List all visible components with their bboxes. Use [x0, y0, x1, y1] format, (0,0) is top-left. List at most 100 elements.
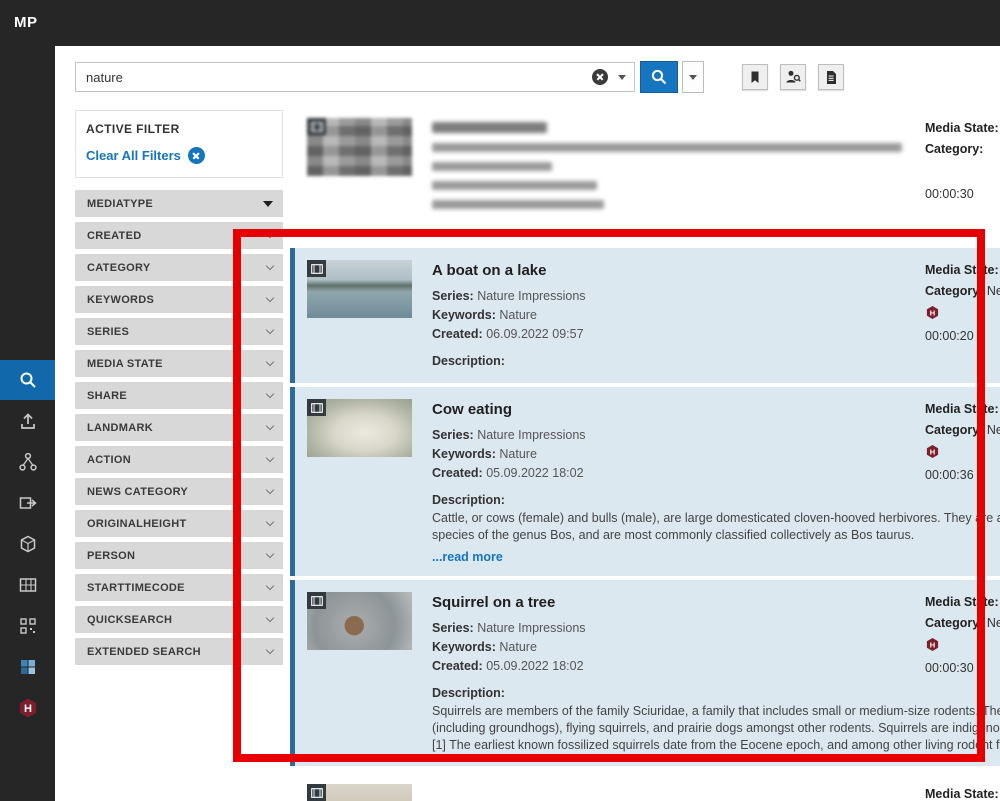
export-icon [18, 493, 38, 513]
filter-keywords[interactable]: KEYWORDS [75, 286, 283, 313]
filter-share[interactable]: SHARE [75, 382, 283, 409]
left-sidebar: H [0, 0, 55, 801]
category-value: News [987, 423, 1000, 437]
filter-extended-search[interactable]: EXTENDED SEARCH [75, 638, 283, 665]
filter-quicksearch[interactable]: QUICKSEARCH [75, 606, 283, 633]
result-row-partial[interactable]: Series: Keywords: Media State: Category:… [290, 772, 1000, 801]
chevron-down-icon [266, 422, 274, 430]
result-thumbnail[interactable] [307, 592, 412, 650]
filter-label: ACTION [87, 454, 131, 466]
description-label: Description: [432, 352, 586, 371]
search-button[interactable] [640, 61, 678, 93]
filter-media-state[interactable]: MEDIA STATE [75, 350, 283, 377]
created-label: Created: [432, 659, 483, 673]
filter-label: MEDIA STATE [87, 358, 163, 370]
bookmark-button[interactable] [742, 64, 768, 90]
search-input[interactable] [86, 70, 592, 85]
created-label: Created: [432, 327, 483, 341]
description-line: Cattle, or cows (female) and bulls (male… [432, 510, 1000, 527]
category-value: News [987, 616, 1000, 630]
main-area: ACTIVE FILTER Clear All Filters MEDIATYP… [55, 46, 1000, 801]
media-state-label: Media State: [925, 118, 1000, 139]
film-icon [311, 122, 323, 132]
clear-all-filters-link[interactable]: Clear All Filters [86, 147, 272, 164]
category-label: Category: [925, 616, 983, 630]
results-list: Media State: Category: 00:00:30 A boat o… [290, 106, 1000, 801]
sidebar-item-upload[interactable] [0, 400, 55, 441]
user-search-button[interactable] [780, 64, 806, 90]
sidebar-item-brand[interactable]: H [0, 687, 55, 728]
share-nodes-icon [18, 452, 38, 472]
filter-news-category[interactable]: NEWS CATEGORY [75, 478, 283, 505]
filter-label: NEWS CATEGORY [87, 486, 188, 498]
filter-action[interactable]: ACTION [75, 446, 283, 473]
filter-landmark[interactable]: LANDMARK [75, 414, 283, 441]
search-history-chevron-icon[interactable] [618, 75, 626, 80]
bookmark-icon [748, 70, 762, 84]
chevron-down-icon [266, 358, 274, 366]
description-line: (including groundhogs), flying squirrels… [432, 720, 1000, 737]
svg-text:H: H [930, 447, 935, 456]
filter-person[interactable]: PERSON [75, 542, 283, 569]
created-value: 05.09.2022 18:02 [486, 466, 583, 480]
sidebar-item-media-grid[interactable] [0, 564, 55, 605]
active-filter-heading: ACTIVE FILTER [86, 122, 272, 136]
category-value: News [987, 284, 1000, 298]
chevron-down-icon [266, 262, 274, 270]
result-row-boat[interactable]: A boat on a lake Series: Nature Impressi… [290, 248, 1000, 383]
result-row-cow[interactable]: Cow eating Series: Nature Impressions Ke… [290, 387, 1000, 576]
chevron-down-icon [266, 454, 274, 462]
result-row-squirrel[interactable]: Squirrel on a tree Series: Nature Impres… [290, 580, 1000, 766]
result-title: Cow eating [432, 401, 1000, 418]
filter-starttimecode[interactable]: STARTTIMECODE [75, 574, 283, 601]
hexagon-h-status-icon: H [925, 444, 940, 459]
media-state-label: Media State: [925, 592, 1000, 613]
filter-label: QUICKSEARCH [87, 614, 172, 626]
filter-label: CATEGORY [87, 262, 151, 274]
filter-label: STARTTIMECODE [87, 582, 185, 594]
description-line: species of the genus Bos, and are most c… [432, 527, 1000, 544]
result-thumbnail[interactable] [307, 784, 412, 801]
film-icon [311, 788, 323, 798]
search-icon [18, 370, 38, 390]
filter-series[interactable]: SERIES [75, 318, 283, 345]
sidebar-item-export[interactable] [0, 482, 55, 523]
top-bar: MP [0, 0, 1000, 46]
redacted-line [432, 181, 597, 190]
keywords-value: Nature [499, 308, 537, 322]
result-thumbnail[interactable] [307, 399, 412, 457]
filter-panel: ACTIVE FILTER Clear All Filters MEDIATYP… [75, 110, 283, 670]
filter-mediatype[interactable]: MEDIATYPE [75, 190, 283, 217]
filter-label: ORIGINALHEIGHT [87, 518, 187, 530]
search-options-dropdown-button[interactable] [682, 61, 704, 93]
chevron-down-icon [266, 486, 274, 494]
keywords-value: Nature [499, 640, 537, 654]
filter-label: SHARE [87, 390, 127, 402]
result-thumbnail[interactable] [307, 260, 412, 318]
read-more-link[interactable]: ...read more [432, 550, 1000, 564]
report-document-button[interactable] [818, 64, 844, 90]
media-type-badge [307, 118, 326, 135]
description-label: Description: [432, 491, 1000, 510]
keywords-label: Keywords: [432, 447, 496, 461]
sidebar-item-cube[interactable] [0, 523, 55, 564]
result-title: A boat on a lake [432, 262, 586, 279]
sidebar-item-share[interactable] [0, 441, 55, 482]
clear-all-filters-icon [188, 147, 205, 164]
search-box [75, 62, 635, 92]
filter-category[interactable]: CATEGORY [75, 254, 283, 281]
filter-created[interactable]: CREATED [75, 222, 283, 249]
filter-originalheight[interactable]: ORIGINALHEIGHT [75, 510, 283, 537]
sidebar-item-search[interactable] [0, 360, 55, 400]
clear-search-icon[interactable] [592, 69, 608, 85]
chevron-down-icon [266, 326, 274, 334]
result-row-redacted[interactable]: Media State: Category: 00:00:30 [290, 106, 1000, 240]
filter-label: PERSON [87, 550, 135, 562]
result-thumbnail[interactable] [307, 118, 412, 176]
sidebar-item-apps[interactable] [0, 646, 55, 687]
svg-text:H: H [930, 308, 935, 317]
category-label: Category: [925, 423, 983, 437]
series-value: Nature Impressions [477, 289, 585, 303]
sidebar-item-qr-scan[interactable] [0, 605, 55, 646]
duration: 00:00:36 [925, 465, 1000, 486]
